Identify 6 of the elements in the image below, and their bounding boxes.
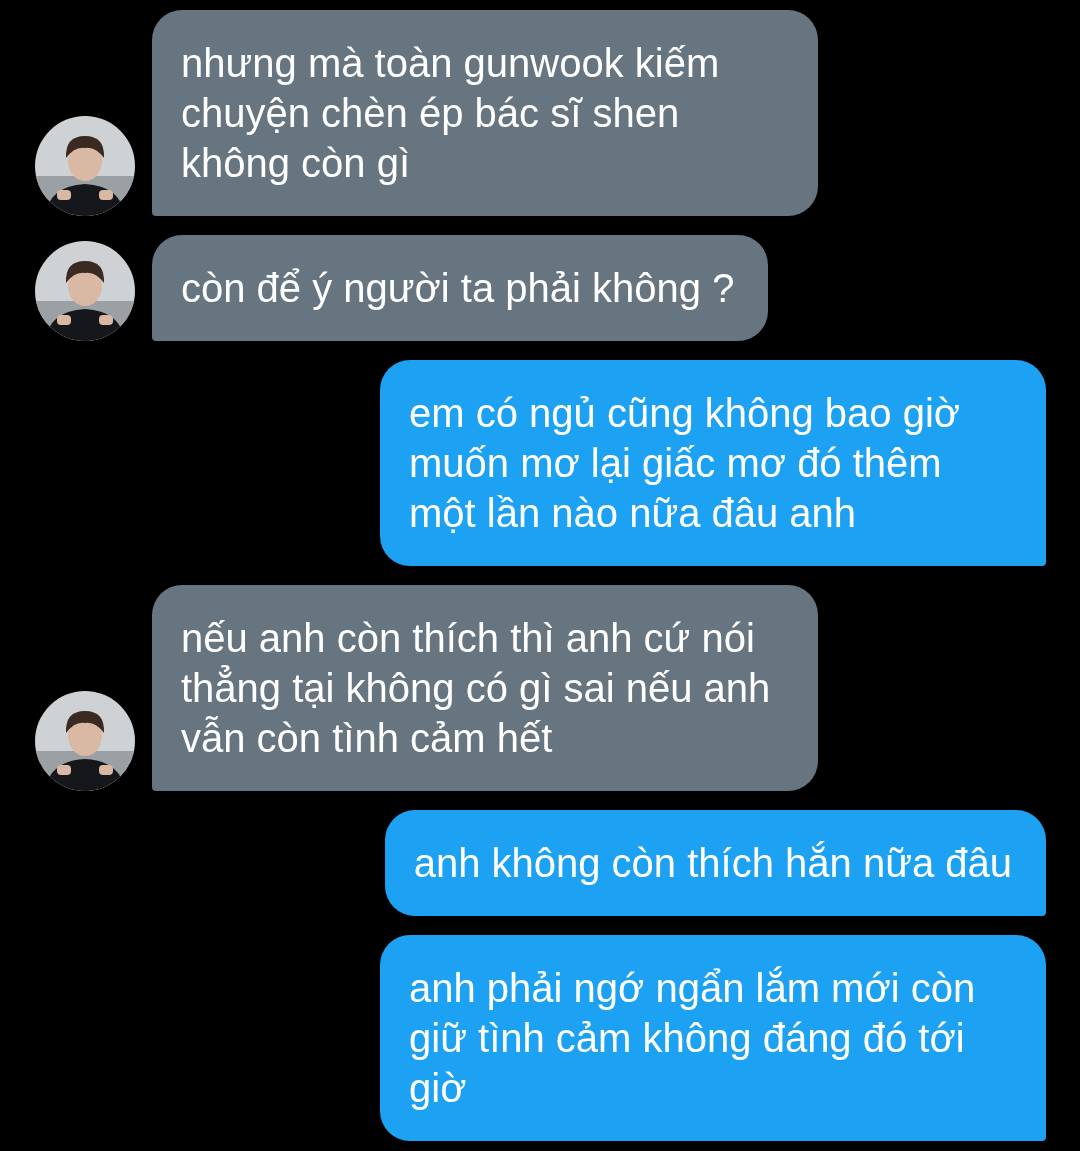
message-text: còn để ý người ta phải không ? <box>181 265 735 312</box>
message-text: anh không còn thích hắn nữa đâu <box>413 840 1012 887</box>
message-text: nhưng mà toàn gunwook kiếm chuyện chèn ép bác sĩ shen không còn gì <box>181 40 721 187</box>
message-text: anh phải ngớ ngẩn lắm mới còn giữ tình cảm không đáng đó tới giờ <box>409 965 977 1112</box>
message-text: nếu anh còn thích thì anh cứ nói thẳng tại không có gì sai nếu anh vẫn còn tình cảm hết <box>181 615 772 762</box>
message-text: em có ngủ cũng không bao giờ muốn mơ lại giấc mơ đó thêm một lần nào nữa đâu anh <box>409 390 962 537</box>
